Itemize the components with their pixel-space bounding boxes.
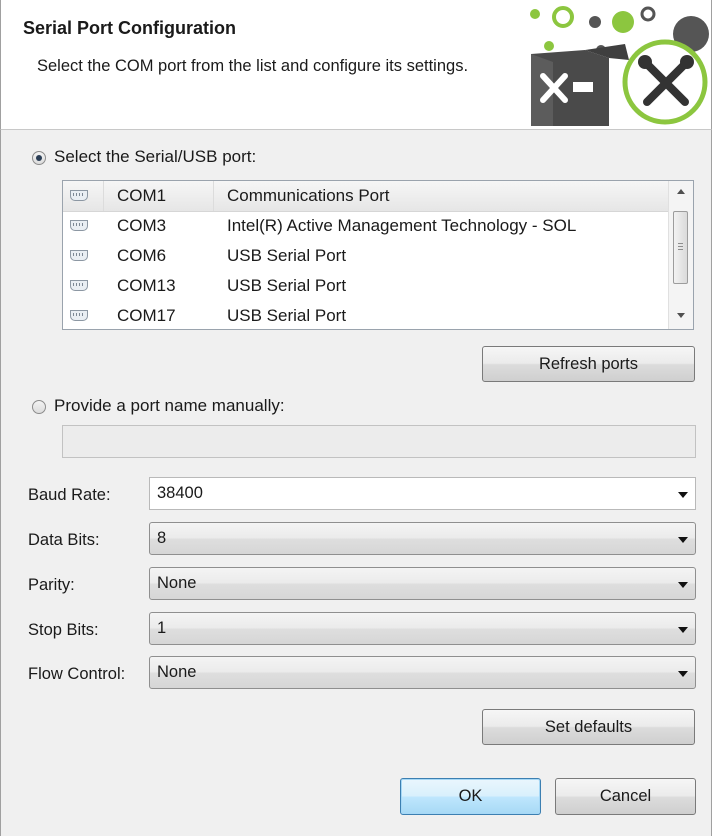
port-name: COM6 xyxy=(117,246,167,265)
port-list[interactable]: COM1 Communications Port COM3 Intel(R) A… xyxy=(62,180,694,330)
refresh-ports-button[interactable]: Refresh ports xyxy=(482,346,695,382)
serial-port-icon xyxy=(70,310,88,321)
port-name: COM17 xyxy=(117,306,176,325)
port-list-scrollbar[interactable] xyxy=(668,181,693,329)
serial-config-logo-icon xyxy=(530,6,709,126)
scroll-thumb[interactable] xyxy=(673,211,688,284)
chevron-down-icon[interactable] xyxy=(678,627,688,633)
serial-port-icon xyxy=(70,190,88,201)
port-name: COM1 xyxy=(117,186,167,205)
dialog-description: Select the COM port from the list and co… xyxy=(37,57,469,75)
chevron-down-icon[interactable] xyxy=(678,671,688,677)
data-bits-value: 8 xyxy=(157,529,167,547)
port-description: USB Serial Port xyxy=(227,246,347,265)
cancel-button[interactable]: Cancel xyxy=(555,778,696,815)
baud-rate-combo[interactable]: 38400 xyxy=(149,477,696,510)
serial-port-icon xyxy=(70,220,88,231)
port-row-com3[interactable]: COM3 Intel(R) Active Management Technolo… xyxy=(63,211,670,241)
manual-port-radio[interactable] xyxy=(32,400,46,414)
scroll-down-arrow-icon[interactable] xyxy=(677,313,685,318)
chevron-down-icon[interactable] xyxy=(678,537,688,543)
data-bits-combo[interactable]: 8 xyxy=(149,522,696,555)
flow-control-label: Flow Control: xyxy=(28,665,126,683)
flow-control-value: None xyxy=(157,663,197,681)
baud-rate-label: Baud Rate: xyxy=(28,486,111,504)
serial-port-icon xyxy=(70,250,88,261)
dialog-header: Serial Port Configuration Select the COM… xyxy=(0,0,712,130)
ok-button[interactable]: OK xyxy=(400,778,541,815)
set-defaults-button[interactable]: Set defaults xyxy=(482,709,695,745)
port-name: COM3 xyxy=(117,216,167,235)
stop-bits-combo[interactable]: 1 xyxy=(149,612,696,645)
port-row-com6[interactable]: COM6 USB Serial Port xyxy=(63,241,670,271)
chevron-down-icon[interactable] xyxy=(678,492,688,498)
port-row-com13[interactable]: COM13 USB Serial Port xyxy=(63,271,670,301)
dialog-title: Serial Port Configuration xyxy=(23,18,237,38)
port-description: Communications Port xyxy=(227,186,390,205)
parity-label: Parity: xyxy=(28,576,75,594)
manual-port-input[interactable] xyxy=(62,425,696,458)
chevron-down-icon[interactable] xyxy=(678,582,688,588)
select-port-label[interactable]: Select the Serial/USB port: xyxy=(54,147,256,167)
port-name: COM13 xyxy=(117,276,176,295)
serial-port-icon xyxy=(70,280,88,291)
port-description: Intel(R) Active Management Technology - … xyxy=(227,216,577,235)
port-description: USB Serial Port xyxy=(227,276,347,295)
flow-control-combo[interactable]: None xyxy=(149,656,696,689)
parity-value: None xyxy=(157,574,197,592)
select-port-radio[interactable] xyxy=(32,151,46,165)
scroll-up-arrow-icon[interactable] xyxy=(677,189,685,194)
data-bits-label: Data Bits: xyxy=(28,531,100,549)
port-row-com1[interactable]: COM1 Communications Port xyxy=(63,181,670,212)
stop-bits-value: 1 xyxy=(157,619,167,637)
stop-bits-label: Stop Bits: xyxy=(28,621,99,639)
manual-port-label[interactable]: Provide a port name manually: xyxy=(54,396,285,416)
port-row-com17[interactable]: COM17 USB Serial Port xyxy=(63,301,670,329)
port-description: USB Serial Port xyxy=(227,306,347,325)
baud-rate-value: 38400 xyxy=(157,484,203,502)
parity-combo[interactable]: None xyxy=(149,567,696,600)
